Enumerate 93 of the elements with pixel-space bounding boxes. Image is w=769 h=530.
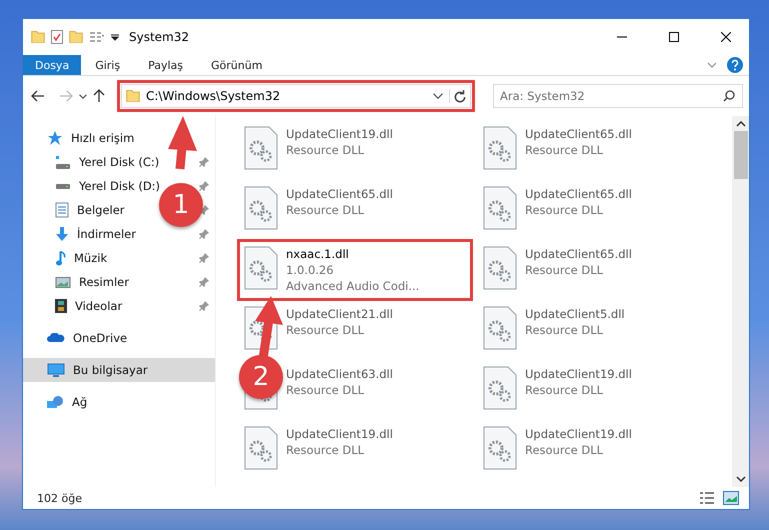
window-title: System32 xyxy=(129,30,190,44)
sidebar-item[interactable]: Yerel Disk (C:) xyxy=(79,155,160,169)
sidebar-item[interactable]: OneDrive xyxy=(73,331,128,345)
picture-icon xyxy=(55,276,71,288)
file-detail: Resource DLL xyxy=(286,382,366,398)
file-detail: Resource DLL xyxy=(525,142,604,158)
back-arrow-icon xyxy=(31,90,45,102)
monitor-icon xyxy=(47,363,65,377)
file-gears-icon xyxy=(483,366,517,410)
sidebar-item[interactable]: Yerel Disk (D:) xyxy=(79,179,160,193)
file-detail: Resource DLL xyxy=(286,142,366,158)
file-detail: Resource DLL xyxy=(525,442,604,458)
film-icon xyxy=(55,299,67,313)
ribbon-tab[interactable]: Görünüm xyxy=(197,55,276,75)
sidebar-item[interactable]: Bu bilgisayar xyxy=(73,363,148,377)
star-icon xyxy=(47,130,63,146)
sidebar-item[interactable]: Belgeler xyxy=(77,203,125,217)
file-detail: Resource DLL xyxy=(525,262,604,278)
chevron-down-icon xyxy=(79,94,87,98)
maximize-icon xyxy=(669,32,679,42)
file-name[interactable]: UpdateClient65.dll xyxy=(525,126,632,142)
scroll-thumb[interactable] xyxy=(734,131,748,179)
checkmark-icon xyxy=(51,30,63,44)
file-gears-icon xyxy=(483,306,517,350)
folder-icon xyxy=(126,90,140,102)
file-name[interactable]: UpdateClient19.dll xyxy=(525,366,632,382)
down-arrow-icon xyxy=(55,227,69,241)
new-folder-icon xyxy=(69,31,83,43)
file-gears-icon xyxy=(244,426,278,470)
large-icons-view-icon[interactable] xyxy=(723,491,739,505)
details-view-icon[interactable] xyxy=(699,492,715,504)
file-name[interactable]: UpdateClient19.dll xyxy=(286,126,393,142)
file-detail: Resource DLL xyxy=(286,442,366,458)
drive-icon xyxy=(55,184,71,188)
scroll-up-icon[interactable] xyxy=(736,121,746,127)
address-text: C:\Windows\System32 xyxy=(146,89,282,103)
recent-dropdown[interactable] xyxy=(79,94,87,98)
file-detail: 1.0.0.26 xyxy=(286,262,335,278)
cloud-icon xyxy=(47,333,65,343)
number-badge: 1 xyxy=(159,183,203,227)
file-gears-icon xyxy=(244,246,278,290)
arrow-annotation xyxy=(168,116,197,170)
sidebar-item[interactable]: Resimler xyxy=(79,275,129,289)
up-button[interactable] xyxy=(93,89,105,103)
close-icon xyxy=(721,32,731,42)
file-gears-icon xyxy=(483,426,517,470)
file-name[interactable]: UpdateClient65.dll xyxy=(286,186,393,202)
file-name[interactable]: UpdateClient19.dll xyxy=(525,426,632,442)
forward-arrow-icon xyxy=(59,90,73,102)
properties-icon xyxy=(89,32,105,42)
scrollbar[interactable] xyxy=(732,116,749,487)
sidebar-item[interactable]: Hızlı erişim xyxy=(71,131,134,145)
search-field[interactable]: Ara: System32 xyxy=(493,84,743,108)
help-icon[interactable] xyxy=(727,57,743,73)
file-menu-tab[interactable]: Dosya xyxy=(23,55,82,75)
up-arrow-icon xyxy=(93,89,105,103)
sidebar-item[interactable]: İndirmeler xyxy=(77,227,136,241)
file-name[interactable]: UpdateClient65.dll xyxy=(525,186,632,202)
file-name[interactable]: nxaac.1.dll xyxy=(286,246,420,262)
drive-icon xyxy=(55,156,71,168)
file-gears-icon xyxy=(244,126,278,170)
file-name[interactable]: UpdateClient65.dll xyxy=(525,246,632,262)
back-button[interactable] xyxy=(31,90,45,102)
file-gears-icon xyxy=(483,186,517,230)
file-name[interactable]: UpdateClient5.dll xyxy=(525,306,625,322)
document-icon xyxy=(55,202,69,218)
file-name[interactable]: UpdateClient19.dll xyxy=(286,426,393,442)
sidebar-item[interactable]: Ağ xyxy=(72,395,88,409)
ribbon-tab[interactable]: Giriş xyxy=(81,55,134,75)
music-note-icon xyxy=(55,250,66,266)
ribbon-tab[interactable]: Paylaş xyxy=(134,55,197,75)
file-name[interactable]: UpdateClient63.dll xyxy=(286,366,393,382)
folder-icon xyxy=(31,31,45,43)
scroll-down-icon[interactable] xyxy=(736,476,746,482)
network-icon xyxy=(47,396,64,408)
file-name[interactable]: UpdateClient21.dll xyxy=(286,306,393,322)
dropdown-icon[interactable] xyxy=(111,34,119,40)
number-badge: 2 xyxy=(239,355,283,399)
file-detail: Resource DLL xyxy=(525,382,604,398)
item-count: 102 öğe xyxy=(37,492,83,504)
file-detail: Resource DLL xyxy=(525,322,604,338)
sidebar-item[interactable]: Videolar xyxy=(75,299,122,313)
file-detail: Resource DLL xyxy=(286,202,366,218)
file-gears-icon xyxy=(244,186,278,230)
file-detail: Resource DLL xyxy=(286,322,366,338)
sidebar-item[interactable]: Müzik xyxy=(74,251,108,265)
file-detail: Resource DLL xyxy=(525,202,604,218)
minimize-icon xyxy=(617,36,627,38)
search-icon[interactable] xyxy=(723,90,735,102)
file-detail: Advanced Audio Codi... xyxy=(286,278,420,294)
file-gears-icon xyxy=(483,246,517,290)
file-gears-icon xyxy=(483,126,517,170)
chevron-down-icon[interactable] xyxy=(433,93,443,99)
